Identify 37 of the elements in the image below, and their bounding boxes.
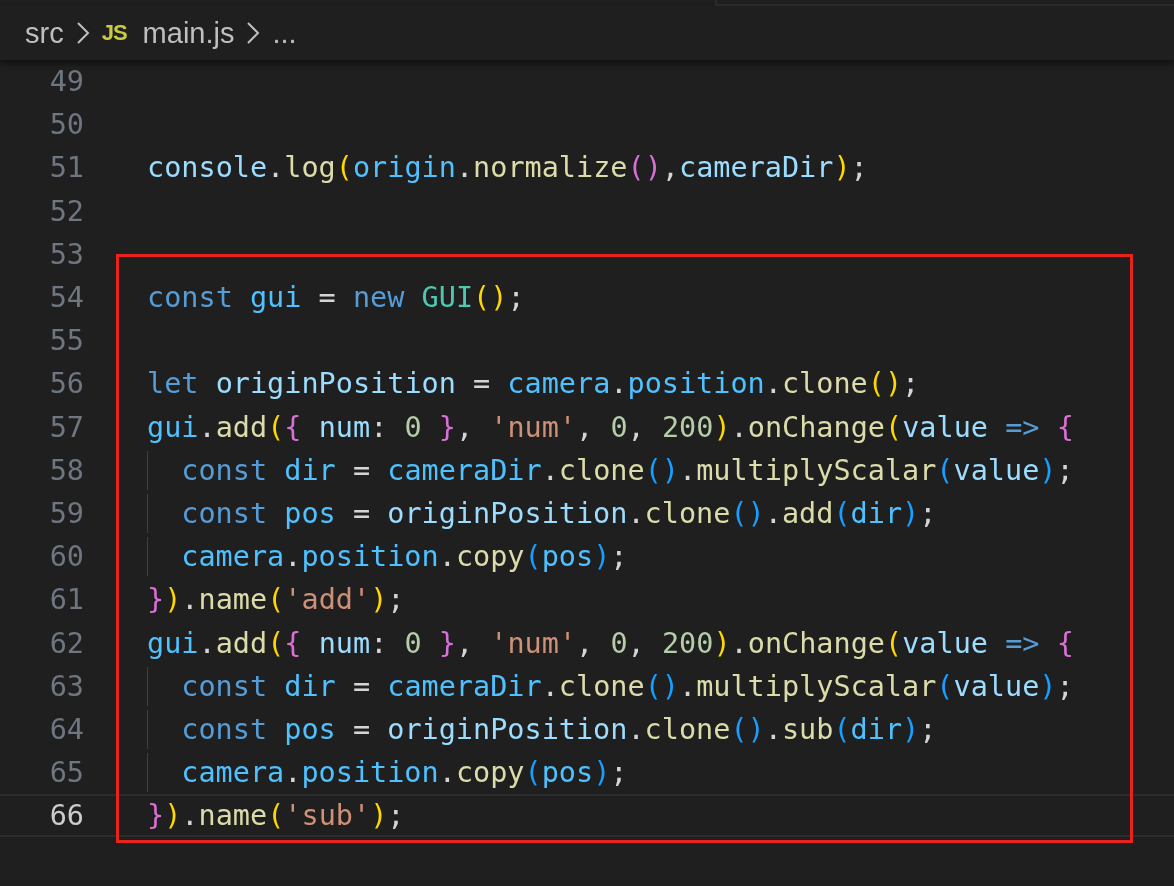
line-number: 59 [48,496,84,530]
breadcrumb-item[interactable]: src [25,16,64,50]
code-line: gui.add({ num: 0 }, 'num', 0, 200).onChange(value => { [147,410,1074,444]
breadcrumb-item[interactable]: ... [272,16,297,50]
code-line: const dir = cameraDir.clone().multiplyScalar(value); [181,669,1074,703]
line-number: 58 [48,453,84,487]
code-line: const pos = originPosition.clone().sub(dir); [181,712,937,746]
line-number: 51 [48,151,84,185]
line-number: 53 [48,237,84,271]
code-line: }).name('sub'); [147,799,405,833]
line-number: 50 [48,108,84,142]
line-number: 60 [48,540,84,574]
code-line: camera.position.copy(pos); [181,540,628,574]
code-line: const dir = cameraDir.clone().multiplyScalar(value); [181,453,1074,487]
line-number: 54 [48,281,84,315]
line-number: 56 [48,367,84,401]
code-line: console.log(origin.normalize(),cameraDir); [147,151,868,185]
line-number: 64 [48,712,84,746]
code-line: camera.position.copy(pos); [181,756,628,790]
line-number: 66 [48,799,84,833]
line-number: 57 [48,410,84,444]
line-number: 52 [48,194,84,228]
code-line: }).name('add'); [147,583,405,617]
chevron-right-icon [246,21,261,45]
chevron-right-icon [75,21,90,45]
line-number: 63 [48,669,84,703]
js-file-icon: JS [101,20,127,46]
line-number: 65 [48,756,84,790]
code-line: gui.add({ num: 0 }, 'num', 0, 200).onChange(value => { [147,626,1074,660]
code-line: const gui = new GUI(); [147,281,525,315]
code-line: const pos = originPosition.clone().add(dir); [181,496,937,530]
code-line: let originPosition = camera.position.clone(); [147,367,920,401]
line-number: 55 [48,324,84,358]
line-number: 61 [48,583,84,617]
breadcrumb-item[interactable]: main.js [142,16,235,50]
line-number: 62 [48,626,84,660]
line-number: 49 [48,65,84,99]
